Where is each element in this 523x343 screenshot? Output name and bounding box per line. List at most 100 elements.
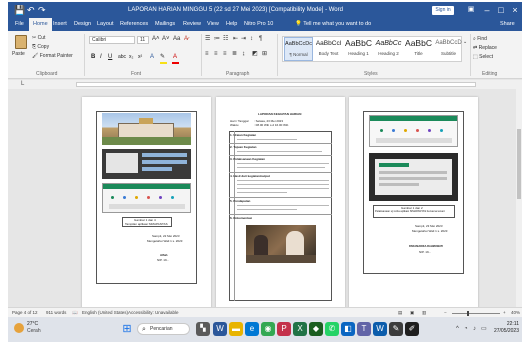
zoom-in-button[interactable]: + xyxy=(503,309,506,317)
vertical-scrollbar[interactable] xyxy=(516,89,522,307)
powerpoint-icon[interactable]: P xyxy=(277,322,291,336)
find-button[interactable]: ⌕ Find xyxy=(473,36,487,43)
text-effects-icon[interactable]: A xyxy=(150,53,154,61)
tab-references[interactable]: References xyxy=(120,18,148,31)
style-normal[interactable]: AaBbCcDc ¶ Normal xyxy=(284,37,313,61)
app-icon[interactable]: ◧ xyxy=(341,322,355,336)
cut-button[interactable]: ✂ Cut xyxy=(32,35,45,42)
word-count[interactable]: 911 words xyxy=(46,309,66,317)
paste-icon[interactable] xyxy=(15,35,27,49)
style-title[interactable]: AaBbC Title xyxy=(404,37,433,61)
bold-button[interactable]: B xyxy=(91,53,95,61)
strikethrough-icon[interactable]: abc xyxy=(118,53,126,61)
subscript-icon[interactable]: x₂ xyxy=(129,53,133,61)
web-layout-icon[interactable]: ▥ xyxy=(422,309,426,317)
highlight-icon[interactable]: ✎ xyxy=(160,53,165,61)
store-icon[interactable]: ◆ xyxy=(309,322,323,336)
font-color-icon[interactable]: A xyxy=(173,53,177,61)
zoom-slider-knob[interactable] xyxy=(467,311,469,316)
styles-scroll-icon[interactable]: ⌄ xyxy=(463,39,467,46)
battery-icon[interactable]: ▭ xyxy=(481,324,487,334)
pen-app-icon[interactable]: ✎ xyxy=(389,322,403,336)
print-layout-icon[interactable]: ▣ xyxy=(410,309,414,317)
undo-icon[interactable]: ↶ xyxy=(27,4,35,16)
scrollbar-thumb[interactable] xyxy=(517,129,521,199)
superscript-icon[interactable]: x² xyxy=(138,53,142,61)
teams-icon[interactable]: T xyxy=(357,322,371,336)
format-painter-button[interactable]: 🖌 Format Painter xyxy=(32,53,73,60)
language[interactable]: English (United States) xyxy=(82,309,128,317)
tab-layout[interactable]: Layout xyxy=(97,18,114,31)
ribbon-display-icon[interactable]: ▣ xyxy=(464,3,478,17)
style-heading-2[interactable]: AaBbCc Heading 2 xyxy=(374,37,403,61)
style-body-text[interactable]: AaBbCcl Body Text xyxy=(314,37,343,61)
tell-me-search[interactable]: 💡 Tell me what you want to do xyxy=(295,18,371,31)
bullets-icon[interactable]: ☰ xyxy=(205,36,210,43)
task-view-icon[interactable]: ▚ xyxy=(196,322,210,336)
replace-button[interactable]: ⇄ Replace xyxy=(473,45,497,52)
change-case-icon[interactable]: Aa xyxy=(173,36,180,43)
tab-view[interactable]: View xyxy=(207,18,219,31)
edge-icon[interactable]: e xyxy=(245,322,259,336)
document-page[interactable]: Gambar 1 dan 4 Tampilan aplikasi SIMAPAN… xyxy=(82,97,211,307)
paste-button[interactable]: Paste xyxy=(12,51,25,58)
zoom-slider[interactable] xyxy=(452,311,500,316)
align-center-icon[interactable]: ≡ xyxy=(214,51,218,58)
tab-home[interactable]: Home xyxy=(29,18,52,31)
network-icon[interactable]: ◔ xyxy=(464,324,468,334)
style-subtitle[interactable]: AaBbCcD Subtitle xyxy=(434,37,463,61)
select-button[interactable]: ⬚ Select xyxy=(473,54,493,61)
zoom-level[interactable]: 40% xyxy=(511,309,520,317)
minimize-button[interactable]: – xyxy=(480,3,494,17)
tab-mailings[interactable]: Mailings xyxy=(155,18,175,31)
shrink-font-icon[interactable]: A˅ xyxy=(162,36,170,43)
excel-icon[interactable]: X xyxy=(293,322,307,336)
word-icon[interactable]: W xyxy=(213,322,227,336)
multilevel-list-icon[interactable]: ☷ xyxy=(223,36,228,43)
share-button[interactable]: Share xyxy=(500,18,515,31)
maximize-button[interactable]: □ xyxy=(494,3,508,17)
numbering-icon[interactable]: ≔ xyxy=(214,36,220,43)
tab-insert[interactable]: Insert xyxy=(53,18,67,31)
read-mode-icon[interactable]: ▤ xyxy=(398,309,402,317)
show-marks-icon[interactable]: ¶ xyxy=(259,36,262,43)
tab-design[interactable]: Design xyxy=(74,18,91,31)
file-explorer-icon[interactable]: ▬ xyxy=(229,322,243,336)
close-button[interactable]: × xyxy=(508,3,522,17)
redo-icon[interactable]: ↷ xyxy=(38,4,46,16)
underline-button[interactable]: U xyxy=(108,53,112,61)
tab-help[interactable]: Help xyxy=(226,18,237,31)
save-icon[interactable]: 💾 xyxy=(14,4,25,16)
tray-chevron-icon[interactable]: ^ xyxy=(456,324,459,334)
word-window-icon[interactable]: W xyxy=(373,322,387,336)
chrome-icon[interactable]: ◉ xyxy=(261,322,275,336)
horizontal-ruler[interactable]: L xyxy=(8,80,522,89)
start-icon[interactable]: ⊞ xyxy=(120,322,134,336)
sort-icon[interactable]: ↕ xyxy=(250,36,253,43)
accessibility-status[interactable]: Accessibility: Unavailable xyxy=(128,309,179,317)
proofing-icon[interactable]: 📖 xyxy=(72,309,78,317)
justify-icon[interactable]: ≣ xyxy=(232,51,237,58)
system-clock[interactable]: 22:11 27/05/2023 xyxy=(489,321,519,335)
line-spacing-icon[interactable]: ↨ xyxy=(242,51,245,58)
tab-nitro[interactable]: Nitro Pro 10 xyxy=(244,18,273,31)
document-canvas[interactable]: Gambar 1 dan 4 Tampilan aplikasi SIMAPAN… xyxy=(8,89,516,307)
align-right-icon[interactable]: ≡ xyxy=(223,51,227,58)
page-count[interactable]: Page 4 of 12 xyxy=(12,309,38,317)
font-size-select[interactable]: 11 xyxy=(137,36,149,44)
italic-button[interactable]: I xyxy=(100,53,102,61)
zoom-out-button[interactable]: − xyxy=(444,309,447,317)
tab-stop-selector[interactable]: L xyxy=(21,81,24,88)
taskbar-search[interactable]: ⌕ Pencarian xyxy=(137,323,190,335)
whatsapp-icon[interactable]: ✆ xyxy=(325,322,339,336)
borders-icon[interactable]: ⊞ xyxy=(262,51,267,58)
notes-app-icon[interactable]: ✐ xyxy=(405,322,419,336)
clear-format-icon[interactable]: A̷ xyxy=(184,36,188,43)
tab-review[interactable]: Review xyxy=(183,18,201,31)
shading-icon[interactable]: ◩ xyxy=(252,51,258,58)
decrease-indent-icon[interactable]: ⇤ xyxy=(233,36,238,43)
document-page[interactable]: Gambar 1 dan 2 Pelaksanaan uji coba apli… xyxy=(349,97,478,307)
tab-file[interactable]: File xyxy=(15,18,24,31)
increase-indent-icon[interactable]: ⇥ xyxy=(241,36,246,43)
document-page[interactable]: LAPORAN KEGIATAN HARIAN Hari / Tanggal :… xyxy=(216,97,345,307)
